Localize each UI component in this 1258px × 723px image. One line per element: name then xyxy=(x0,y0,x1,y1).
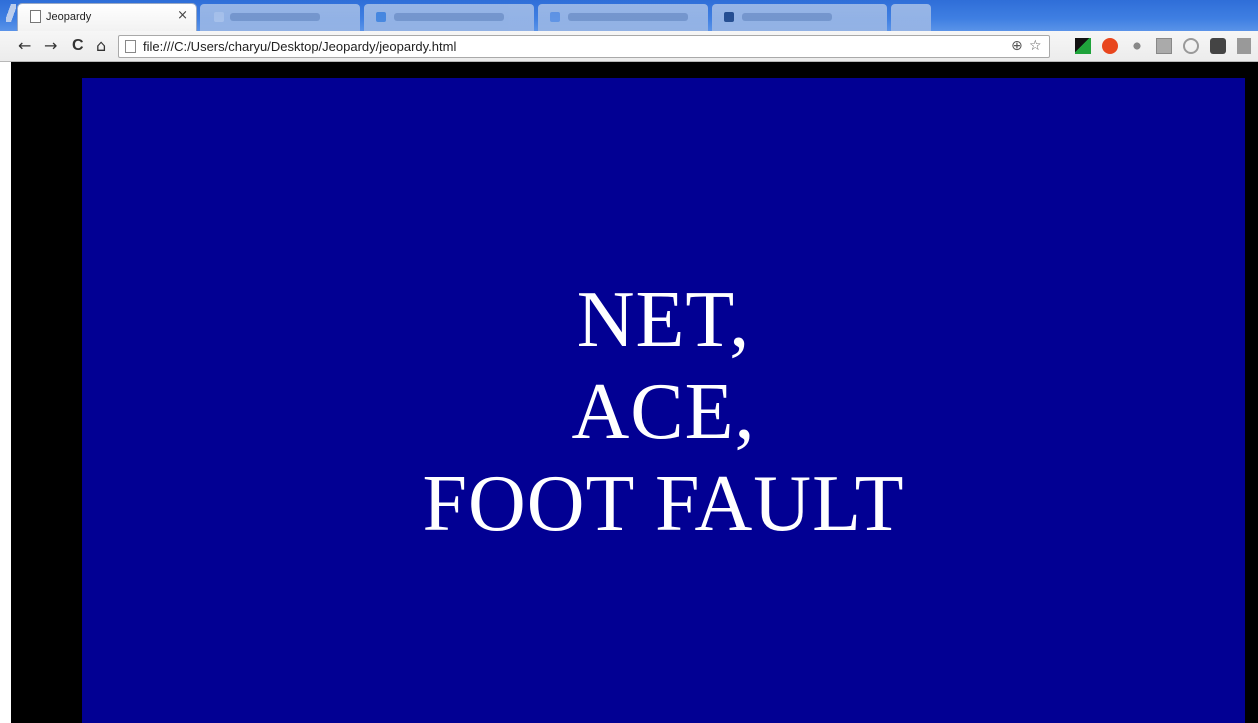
address-bar[interactable]: file:///C:/Users/charyu/Desktop/Jeopardy… xyxy=(118,35,1050,58)
star-icon[interactable]: ☆ xyxy=(1029,38,1042,54)
clue-line-2: ACE, xyxy=(571,367,756,456)
n-icon[interactable] xyxy=(1156,38,1172,54)
page-viewport: NET, ACE, FOOT FAULT xyxy=(0,62,1258,723)
tab-inactive-2[interactable] xyxy=(364,4,534,31)
circle-icon[interactable] xyxy=(1183,38,1199,54)
back-arrow-icon[interactable]: ← xyxy=(18,37,31,55)
browser-toolbar: ← → C ⌂ file:///C:/Users/charyu/Desktop/… xyxy=(0,31,1258,62)
square-icon[interactable] xyxy=(1210,38,1226,54)
zoom-icon[interactable]: ⊕ xyxy=(1011,38,1023,54)
url-text[interactable]: file:///C:/Users/charyu/Desktop/Jeopardy… xyxy=(143,39,456,54)
partial-icon[interactable] xyxy=(1237,38,1251,54)
page-icon xyxy=(214,12,224,22)
home-icon[interactable]: ⌂ xyxy=(96,37,106,55)
flag-green-icon[interactable] xyxy=(1075,38,1091,54)
tab-title-blurred xyxy=(568,13,688,21)
forward-arrow-icon[interactable]: → xyxy=(44,37,57,55)
feather-icon[interactable] xyxy=(1129,38,1145,54)
page-left-margin xyxy=(0,62,11,723)
clue-text: NET, ACE, FOOT FAULT xyxy=(423,274,905,550)
browser-logo-icon xyxy=(6,4,16,22)
page-icon xyxy=(125,40,136,53)
site-icon xyxy=(724,12,734,22)
reload-icon[interactable]: C xyxy=(72,37,84,55)
tab-jeopardy[interactable]: Jeopardy × xyxy=(18,4,196,31)
close-icon[interactable]: × xyxy=(177,8,188,23)
jeopardy-clue-board[interactable]: NET, ACE, FOOT FAULT xyxy=(82,78,1245,723)
new-tab-button[interactable] xyxy=(891,4,931,31)
tab-title-blurred xyxy=(394,13,504,21)
tab-strip: Jeopardy × xyxy=(0,0,1258,31)
page-icon xyxy=(30,10,41,23)
clue-line-1: NET, xyxy=(576,275,751,364)
tab-inactive-1[interactable] xyxy=(200,4,360,31)
site-icon xyxy=(376,12,386,22)
tab-title-blurred xyxy=(742,13,832,21)
tab-inactive-4[interactable] xyxy=(712,4,887,31)
stumbleupon-icon[interactable] xyxy=(1102,38,1118,54)
tab-title: Jeopardy xyxy=(46,11,92,23)
tab-title-blurred xyxy=(230,13,320,21)
site-icon xyxy=(550,12,560,22)
clue-line-3: FOOT FAULT xyxy=(422,459,905,548)
tab-inactive-3[interactable] xyxy=(538,4,708,31)
